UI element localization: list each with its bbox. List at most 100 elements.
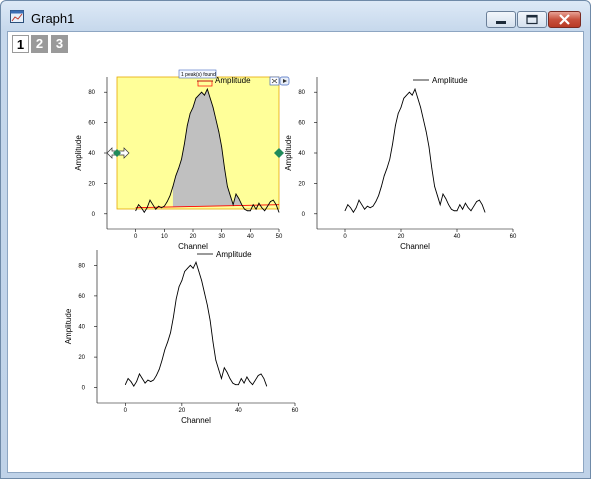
data-point (481, 204, 483, 206)
data-point (479, 199, 480, 201)
data-point (124, 384, 126, 385)
layer-3-legend[interactable]: Amplitude (197, 250, 252, 259)
y-axis-title: Amplitude (64, 308, 73, 344)
data-point (235, 384, 236, 385)
x-tick-label: 0 (124, 408, 128, 414)
layer-2[interactable]: 0 20 40 60 0 20 40 60 80 Channel Amplitude Amplitu… (284, 76, 517, 251)
data-point (238, 384, 239, 385)
data-point (381, 186, 382, 187)
data-point (229, 378, 231, 379)
layer-3-plot (124, 260, 268, 388)
data-point (201, 280, 203, 281)
data-point (238, 198, 240, 199)
data-point (350, 207, 351, 209)
data-point (462, 208, 463, 210)
peaks-found-badge[interactable]: 1 peak(s) found (178, 69, 217, 79)
y-tick-label: 80 (78, 263, 85, 269)
layer-2-legend[interactable]: Amplitude (413, 76, 468, 85)
data-point (227, 186, 228, 187)
data-point (186, 125, 188, 126)
data-point (353, 211, 354, 213)
legend-label: Amplitude (432, 76, 468, 85)
layer-2-labels: 0 20 40 60 0 20 40 60 80 Channel Amplitude (284, 90, 517, 251)
data-point (218, 368, 219, 370)
collapse-button[interactable] (269, 76, 280, 86)
data-point (417, 97, 419, 99)
data-point (187, 268, 188, 269)
data-point (397, 113, 399, 114)
data-point (275, 204, 277, 206)
data-point (261, 207, 263, 209)
data-point (147, 379, 149, 381)
y-tick-label: 0 (82, 386, 86, 392)
data-point (369, 207, 371, 209)
data-point (409, 91, 410, 93)
data-point (247, 210, 248, 212)
layer-3-labels: 0 20 40 60 0 20 40 60 80 Channel Amplitude (64, 263, 299, 425)
data-point (172, 186, 174, 187)
y-tick-label: 20 (88, 181, 95, 187)
data-point (428, 146, 430, 148)
amplitude-line (344, 87, 486, 214)
data-point (184, 271, 186, 272)
data-point (344, 210, 346, 212)
data-point (195, 97, 197, 99)
x-tick-label: 30 (218, 234, 225, 240)
data-point (135, 210, 137, 212)
data-point (484, 211, 486, 213)
data-point (212, 341, 214, 343)
data-point (252, 204, 254, 206)
data-point (267, 205, 268, 207)
data-point (192, 268, 194, 269)
data-point (169, 195, 171, 196)
data-point (149, 199, 151, 201)
data-point (406, 94, 407, 96)
data-point (209, 320, 211, 321)
x-tick-label: 50 (276, 234, 283, 240)
expand-button[interactable] (279, 76, 290, 86)
layer-2-plot (344, 87, 486, 214)
x-tick-label: 20 (190, 234, 197, 240)
data-point (221, 146, 223, 148)
data-point (153, 379, 154, 381)
data-point (383, 175, 385, 177)
x-tick-label: 60 (292, 408, 299, 414)
x-axis-title: Channel (400, 242, 430, 251)
data-point (258, 202, 260, 204)
data-point (218, 131, 220, 133)
data-point (389, 158, 391, 160)
y-tick-label: 20 (78, 355, 85, 361)
data-point (181, 158, 182, 160)
y-tick-label: 0 (92, 212, 96, 218)
data-point (164, 349, 166, 350)
data-point (127, 378, 129, 379)
data-point (156, 375, 157, 376)
data-point (378, 195, 379, 196)
x-tick-label: 40 (235, 408, 242, 414)
data-point (150, 381, 152, 382)
layer-3[interactable]: 0 20 40 60 0 20 40 60 80 Channel Amplitude Amplitu… (64, 250, 299, 425)
data-point (423, 119, 424, 120)
data-point (445, 198, 447, 199)
layer-3-axes (94, 250, 296, 406)
y-tick-label: 40 (298, 151, 305, 157)
data-point (263, 378, 265, 379)
data-point (240, 378, 242, 379)
data-point (414, 88, 416, 90)
data-point (152, 204, 154, 206)
data-point (456, 210, 458, 212)
data-point (226, 372, 228, 373)
x-tick-label: 20 (179, 408, 186, 414)
data-point (243, 382, 245, 384)
data-point (476, 201, 477, 202)
x-tick-label: 40 (247, 234, 254, 240)
data-point (249, 381, 251, 382)
layer-1[interactable]: 0 10 20 30 40 50 0 20 40 60 80 Channel Amplitude Amp… (74, 69, 290, 251)
data-point (257, 375, 259, 376)
y-tick-label: 60 (88, 121, 95, 127)
data-point (459, 204, 461, 206)
data-point (470, 210, 472, 212)
data-point (136, 381, 137, 382)
x-tick-label: 60 (510, 234, 517, 240)
data-point (272, 199, 274, 201)
